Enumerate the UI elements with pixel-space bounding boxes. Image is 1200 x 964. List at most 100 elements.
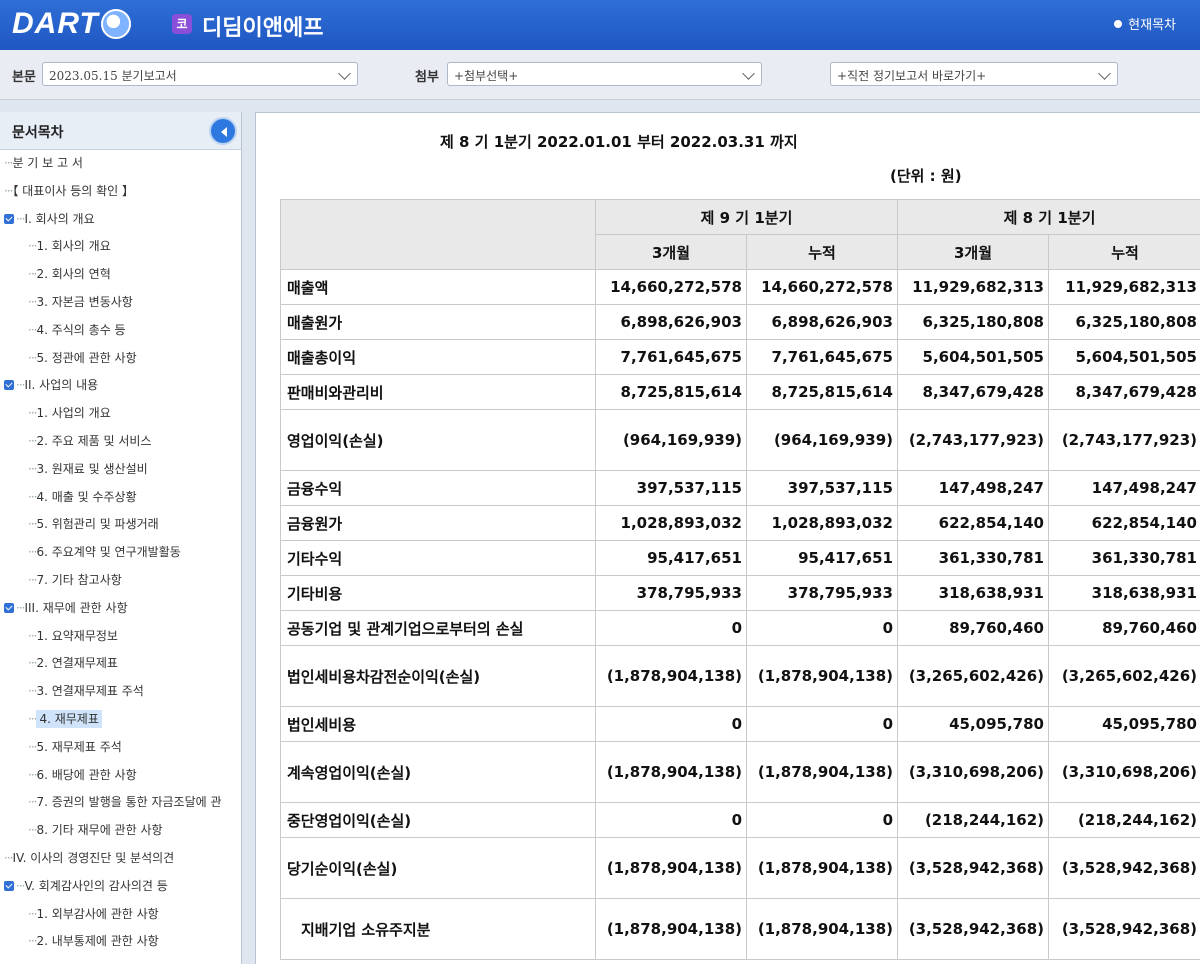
toc-header: 문서목차 <box>0 112 241 150</box>
toc-item[interactable]: ···1. 사업의 개요 <box>0 400 241 428</box>
toc-item-label: I. 회사의 개요 <box>24 211 95 226</box>
amount-cell: 361,330,781 <box>1048 540 1200 576</box>
toc-item[interactable]: ···3. 자본금 변동사항 <box>0 289 241 317</box>
toc-item[interactable]: ···5. 위험관리 및 파생거래 <box>0 511 241 539</box>
table-row: 중단영업이익(손실) 0 0 (218,244,162) (218,244,162) <box>280 802 1200 838</box>
amount-value: (964,169,939) <box>773 431 893 449</box>
amount-cell: 0 <box>595 802 747 838</box>
amount-cell: 622,854,140 <box>1048 505 1200 541</box>
table-row: 기타비용 378,795,933 378,795,933 318,638,931 318… <box>280 575 1200 611</box>
amount-cell: (3,265,602,426) <box>897 645 1049 707</box>
amount-cell: (964,169,939) <box>595 409 747 471</box>
toc-item[interactable]: ···I. 회사의 개요 <box>0 206 241 234</box>
amount-cell: (3,310,698,206) <box>897 741 1049 803</box>
toc-item-label: III. 재무에 관한 사항 <box>24 600 128 615</box>
toc-item-label: 4. 재무제표 <box>36 709 102 728</box>
amount-value: 622,854,140 <box>1091 514 1197 532</box>
amount-cell: 11,929,682,313 <box>897 269 1049 305</box>
amount-value: (2,743,177,923) <box>908 431 1044 449</box>
amount-value: 14,660,272,578 <box>610 278 742 296</box>
toc-item-label: 5. 정관에 관한 사항 <box>36 350 137 365</box>
table-row: 매출원가 6,898,626,903 6,898,626,903 6,325,180,… <box>280 304 1200 340</box>
main-doc-select[interactable]: 2023.05.15 분기보고서 <box>42 62 358 86</box>
toc-item[interactable]: ···II. 사업의 내용 <box>0 372 241 400</box>
amount-cell: 95,417,651 <box>595 540 747 576</box>
amount-value: 14,660,272,578 <box>761 278 893 296</box>
amount-value: (1,878,904,138) <box>606 859 742 877</box>
toc-item-label: 3. 연결재무제표 주석 <box>36 684 144 699</box>
amount-cell: 5,604,501,505 <box>1048 339 1200 375</box>
table-row: 지배기업 소유주지분 (1,878,904,138) (1,878,904,138)… <box>280 898 1200 960</box>
amount-cell: (1,878,904,138) <box>746 898 898 960</box>
account-name: 중단영업이익(손실) <box>280 802 596 838</box>
amount-value: 6,325,180,808 <box>922 313 1044 331</box>
toc-item[interactable]: ···2. 주요 제품 및 서비스 <box>0 428 241 456</box>
toc-item[interactable]: ···2. 연결재무제표 <box>0 650 241 678</box>
toc-item[interactable]: ···4. 매출 및 수주상황 <box>0 484 241 512</box>
dart-logo[interactable]: DART <box>12 6 131 42</box>
income-statement-table: 제 9 기 1분기 제 8 기 1분기 3개월 누적 3개월 누적 매출액 14,… <box>280 199 1200 960</box>
amount-value: 378,795,933 <box>636 584 742 602</box>
amount-value: 318,638,931 <box>1091 584 1197 602</box>
toc-item[interactable]: ···【 대표이사 등의 확인 】 <box>0 178 241 206</box>
toc-item[interactable]: ···8. 기타 재무에 관한 사항 <box>0 817 241 845</box>
amount-cell: 1,028,893,032 <box>746 505 898 541</box>
amount-value: 6,898,626,903 <box>771 313 893 331</box>
account-name: 기타비용 <box>280 575 596 611</box>
current-toc-link[interactable]: 현재목차 <box>1114 14 1176 33</box>
toc-item[interactable]: ···IV. 이사의 경영진단 및 분석의견 <box>0 845 241 873</box>
amount-cell: 5,604,501,505 <box>897 339 1049 375</box>
toc-item[interactable]: ···2. 회사의 연혁 <box>0 261 241 289</box>
amount-cell: 378,795,933 <box>746 575 898 611</box>
toc-item[interactable]: ···V. 회계감사인의 감사의견 등 <box>0 873 241 901</box>
account-name: 금융수익 <box>280 470 596 506</box>
amount-value: (3,265,602,426) <box>1061 667 1197 685</box>
toc-item-label: 1. 외부감사에 관한 사항 <box>36 906 159 921</box>
toc-item[interactable]: ···1. 외부감사에 관한 사항 <box>0 901 241 929</box>
account-name: 판매비와관리비 <box>280 374 596 410</box>
group-header-prior: 제 8 기 1분기 <box>897 199 1200 235</box>
amount-cell: 622,854,140 <box>897 505 1049 541</box>
current-toc-label: 현재목차 <box>1128 18 1176 33</box>
toc-item[interactable]: ···7. 기타 참고사항 <box>0 567 241 595</box>
amount-cell: (1,878,904,138) <box>746 645 898 707</box>
toc-item[interactable]: ···6. 주요계약 및 연구개발활동 <box>0 539 241 567</box>
toc-item[interactable]: ···2. 내부통제에 관한 사항 <box>0 928 241 956</box>
attachment-select[interactable]: +첨부선택+ <box>447 62 762 86</box>
amount-value: (218,244,162) <box>924 811 1044 829</box>
collapse-sidebar-icon[interactable] <box>209 117 237 145</box>
amount-cell: (3,310,698,206) <box>1048 741 1200 803</box>
toc-item[interactable]: ···III. 재무에 관한 사항 <box>0 595 241 623</box>
toc-item[interactable]: ···분 기 보 고 서 <box>0 150 241 178</box>
amount-cell: 6,325,180,808 <box>897 304 1049 340</box>
corp-type-badge: 코 <box>172 14 192 34</box>
toc-item[interactable]: ···5. 정관에 관한 사항 <box>0 345 241 373</box>
toc-item[interactable]: ···1. 회사의 개요 <box>0 233 241 261</box>
amount-value: 1,028,893,032 <box>620 514 742 532</box>
amount-cell: 11,929,682,313 <box>1048 269 1200 305</box>
toc-item[interactable]: ···1. 요약재무정보 <box>0 623 241 651</box>
toc-item-label: 7. 증권의 발행을 통한 자금조달에 관 <box>36 795 222 810</box>
amount-value: (1,878,904,138) <box>606 920 742 938</box>
table-row: 판매비와관리비 8,725,815,614 8,725,815,614 8,347,6… <box>280 374 1200 410</box>
toc-item-label: 2. 주요 제품 및 서비스 <box>36 433 152 448</box>
amount-cell: 89,760,460 <box>1048 610 1200 646</box>
table-row: 매출액 14,660,272,578 14,660,272,578 11,929,68… <box>280 269 1200 305</box>
amount-value: (1,878,904,138) <box>757 920 893 938</box>
toc-item[interactable]: ···3. 원재료 및 생산설비 <box>0 456 241 484</box>
amount-value: 622,854,140 <box>938 514 1044 532</box>
previous-report-select[interactable]: +직전 정기보고서 바로가기+ <box>830 62 1118 86</box>
toc-item[interactable]: ···7. 증권의 발행을 통한 자금조달에 관 <box>0 789 241 817</box>
logo-mark-icon <box>100 9 131 39</box>
logo-text: DART <box>12 7 99 40</box>
toc-item[interactable]: ···3. 연결재무제표 주석 <box>0 678 241 706</box>
amount-cell: (1,878,904,138) <box>595 837 747 899</box>
row-header-blank <box>280 199 596 270</box>
toc-item[interactable]: ···6. 배당에 관한 사항 <box>0 762 241 790</box>
toc-item[interactable]: ···5. 재무제표 주석 <box>0 734 241 762</box>
amount-cell: (1,878,904,138) <box>746 837 898 899</box>
main-doc-value: 2023.05.15 분기보고서 <box>49 69 177 83</box>
toc-item[interactable]: ··· 4. 재무제표 <box>0 706 241 734</box>
toc-item[interactable]: ···4. 주식의 총수 등 <box>0 317 241 345</box>
amount-value: (3,528,942,368) <box>908 859 1044 877</box>
